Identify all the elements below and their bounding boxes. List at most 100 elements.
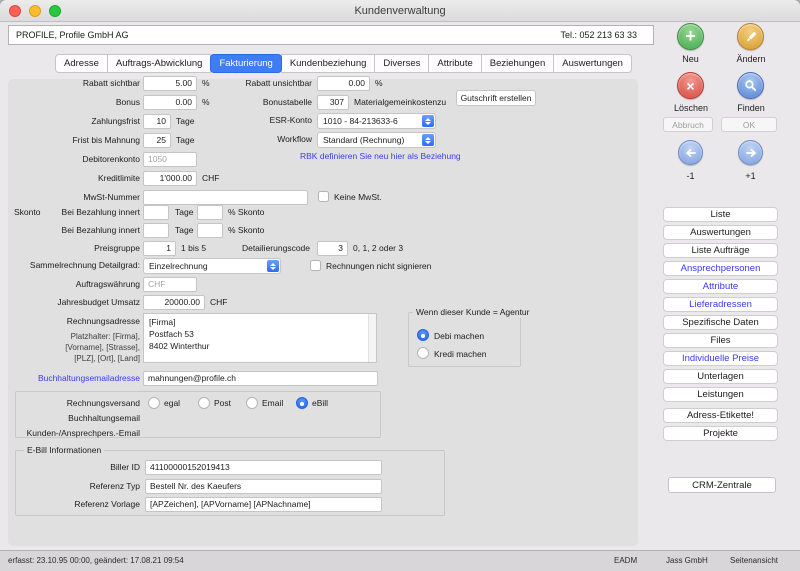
- aendern-button[interactable]: [737, 23, 764, 50]
- window-title: Kundenverwaltung: [0, 0, 800, 22]
- skonto-tage-suffix-2: Tage: [175, 223, 193, 238]
- skonto-row1-label: Bei Bezahlung innert: [40, 205, 140, 220]
- bonustabelle-input[interactable]: 307: [317, 95, 349, 110]
- neu-label: Neu: [677, 53, 704, 65]
- versand-ebill-radio[interactable]: [296, 397, 308, 409]
- rabatt-unsichtbar-input[interactable]: 0.00: [317, 76, 370, 91]
- kundenverwaltung-window: Kundenverwaltung PROFILE, Profile GmbH A…: [0, 0, 800, 571]
- nav-adress-etikette-button[interactable]: Adress-Etikette!: [663, 408, 778, 423]
- frist-bis-mahnung-input[interactable]: 25: [143, 133, 171, 148]
- sammelrechnung-label: Sammelrechnung Detailgrad:: [10, 258, 140, 273]
- jahresbudget-label: Jahresbudget Umsatz: [10, 295, 140, 310]
- kredi-machen-label: Kredi machen: [434, 347, 486, 362]
- sammelrechnung-select[interactable]: Einzelrechnung: [143, 258, 281, 274]
- referenz-typ-label: Referenz Typ: [10, 479, 140, 494]
- esr-konto-select[interactable]: 1010 - 84-213633-6: [317, 113, 436, 129]
- agentur-group-title: Wenn dieser Kunde = Agentur: [413, 307, 533, 318]
- stepper-icon: [422, 134, 434, 146]
- gutschrift-erstellen-button[interactable]: Gutschrift erstellen: [456, 90, 536, 106]
- biller-id-input[interactable]: 41100000152019413: [145, 460, 382, 475]
- referenz-vorlage-input[interactable]: [APZeichen], [APVorname] [APNachname]: [145, 497, 382, 512]
- tab-auswertungen[interactable]: Auswertungen: [553, 54, 632, 73]
- debitorenkonto-label: Debitorenkonto: [10, 152, 140, 167]
- rabatt-unsichtbar-suffix: %: [375, 76, 383, 91]
- ok-button[interactable]: OK: [721, 117, 777, 132]
- jahresbudget-input[interactable]: 20000.00: [143, 295, 205, 310]
- tab-adresse[interactable]: Adresse: [55, 54, 108, 73]
- textarea-scrollbar[interactable]: [368, 314, 376, 362]
- abbruch-button[interactable]: Abbruch: [663, 117, 713, 132]
- preisgruppe-label: Preisgruppe: [10, 241, 140, 256]
- nav-files-button[interactable]: Files: [663, 333, 778, 348]
- versand-email-radio[interactable]: [246, 397, 258, 409]
- bonus-label: Bonus: [10, 95, 140, 110]
- skonto-tage-input-1[interactable]: [143, 205, 169, 220]
- rechnungsversand-label: Rechnungsversand: [10, 396, 140, 411]
- zahlungsfrist-input[interactable]: 10: [143, 114, 171, 129]
- prev-record-button[interactable]: [678, 140, 703, 165]
- buchhaltungsemailadresse-link[interactable]: Buchhaltungsemailadresse: [10, 371, 140, 386]
- workflow-select[interactable]: Standard (Rechnung): [317, 132, 436, 148]
- workflow-value: Standard (Rechnung): [323, 135, 404, 145]
- crm-zentrale-button[interactable]: CRM-Zentrale: [668, 477, 776, 493]
- kredi-machen-radio[interactable]: [417, 347, 429, 359]
- versand-egal-radio[interactable]: [148, 397, 160, 409]
- referenz-typ-input[interactable]: Bestell Nr. des Kaeufers: [145, 479, 382, 494]
- next-record-button[interactable]: [738, 140, 763, 165]
- buchhaltungsemail-label: Buchhaltungsemail: [10, 411, 140, 426]
- versand-email-label: Email: [262, 396, 283, 411]
- tab-attribute[interactable]: Attribute: [428, 54, 481, 73]
- rechnungsadresse-textarea[interactable]: [Firma] Postfach 53 8402 Winterthur: [143, 313, 377, 363]
- versand-post-radio[interactable]: [198, 397, 210, 409]
- title-bar[interactable]: Kundenverwaltung: [0, 0, 800, 22]
- tab-diverses[interactable]: Diverses: [374, 54, 429, 73]
- skonto-pct-input-2[interactable]: [197, 223, 223, 238]
- debi-machen-label: Debi machen: [434, 329, 484, 344]
- preisgruppe-input[interactable]: 1: [143, 241, 176, 256]
- nicht-signieren-checkbox[interactable]: [310, 260, 321, 271]
- versand-ebill-label: eBill: [312, 396, 328, 411]
- nav-projekte-button[interactable]: Projekte: [663, 426, 778, 441]
- bonus-input[interactable]: 0.00: [143, 95, 197, 110]
- nav-lieferadressen-button[interactable]: Lieferadressen: [663, 297, 778, 312]
- frist-bis-mahnung-suffix: Tage: [176, 133, 194, 148]
- debi-machen-radio[interactable]: [417, 329, 429, 341]
- frist-bis-mahnung-label: Frist bis Mahnung: [10, 133, 140, 148]
- biller-id-label: Biller ID: [10, 460, 140, 475]
- kreditlimite-input[interactable]: 1'000.00: [143, 171, 197, 186]
- buchhaltungsemailadresse-input[interactable]: mahnungen@profile.ch: [143, 371, 378, 386]
- neu-button[interactable]: +: [677, 23, 704, 50]
- nav-liste-button[interactable]: Liste: [663, 207, 778, 222]
- nav-ansprechpersonen-button[interactable]: Ansprechpersonen: [663, 261, 778, 276]
- keine-mwst-checkbox[interactable]: [318, 191, 329, 202]
- nicht-signieren-label: Rechnungen nicht signieren: [326, 259, 431, 274]
- detailierungscode-input[interactable]: 3: [317, 241, 348, 256]
- nav-auswertungen-button[interactable]: Auswertungen: [663, 225, 778, 240]
- rabatt-sichtbar-input[interactable]: 5.00: [143, 76, 197, 91]
- tab-auftrags-abwicklung[interactable]: Auftrags-Abwicklung: [107, 54, 212, 73]
- prev-record-label: -1: [678, 170, 703, 182]
- loeschen-button[interactable]: ×: [677, 72, 704, 99]
- nav-leistungen-button[interactable]: Leistungen: [663, 387, 778, 402]
- skonto-tage-input-2[interactable]: [143, 223, 169, 238]
- finden-button[interactable]: [737, 72, 764, 99]
- tab-kundenbeziehung[interactable]: Kundenbeziehung: [281, 54, 376, 73]
- loeschen-label: Löschen: [667, 102, 715, 114]
- tab-fakturierung[interactable]: Fakturierung: [210, 54, 281, 73]
- mwst-nummer-input[interactable]: [143, 190, 308, 205]
- rechnungsadresse-label: Rechnungsadresse: [10, 314, 140, 329]
- nav-liste-auftraege-button[interactable]: Liste Aufträge: [663, 243, 778, 258]
- stepper-icon: [267, 260, 279, 272]
- jahresbudget-suffix: CHF: [210, 295, 227, 310]
- tab-beziehungen[interactable]: Beziehungen: [481, 54, 554, 73]
- kreditlimite-suffix: CHF: [202, 171, 219, 186]
- nav-attribute-button[interactable]: Attribute: [663, 279, 778, 294]
- rbk-link[interactable]: RBK definieren Sie neu hier als Beziehun…: [300, 151, 461, 161]
- skonto-pct-input-1[interactable]: [197, 205, 223, 220]
- nav-spezifische-daten-button[interactable]: Spezifische Daten: [663, 315, 778, 330]
- nav-individuelle-preise-button[interactable]: Individuelle Preise: [663, 351, 778, 366]
- nav-unterlagen-button[interactable]: Unterlagen: [663, 369, 778, 384]
- ebill-group-title: E-Bill Informationen: [24, 445, 104, 456]
- versand-egal-label: egal: [164, 396, 180, 411]
- stepper-icon: [422, 115, 434, 127]
